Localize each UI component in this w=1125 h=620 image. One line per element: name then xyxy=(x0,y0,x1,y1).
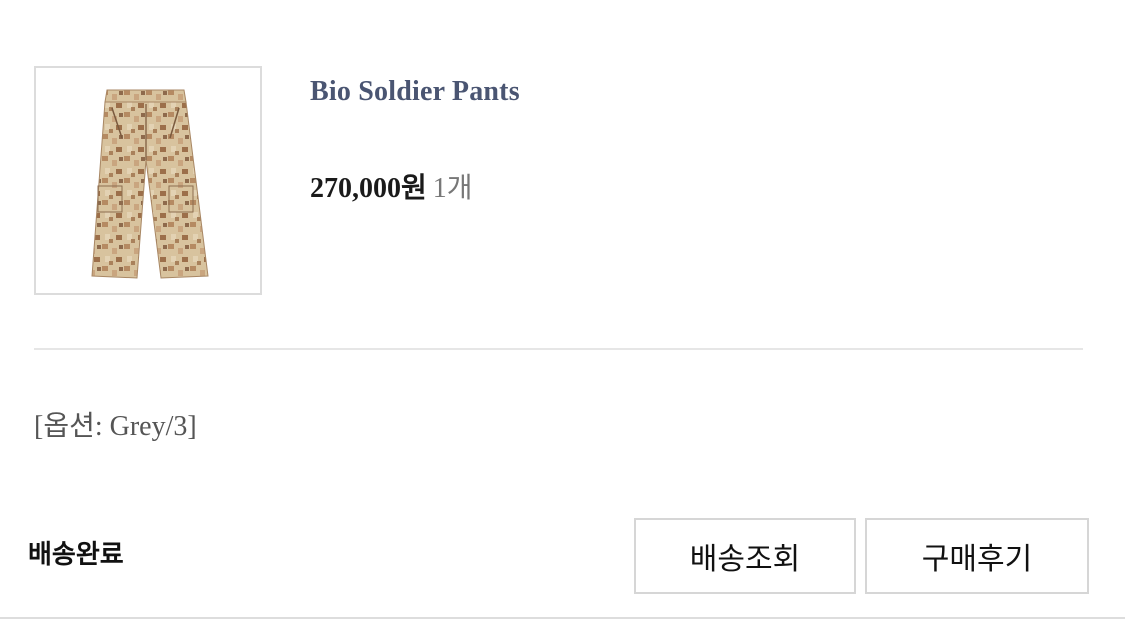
write-review-button[interactable]: 구매후기 xyxy=(865,518,1089,594)
product-name[interactable]: Bio Soldier Pants xyxy=(310,76,520,108)
camo-pants-image xyxy=(91,89,209,279)
product-thumbnail[interactable] xyxy=(34,66,262,295)
product-quantity: 1개 xyxy=(432,173,473,204)
product-option: [옵션: Grey/3] xyxy=(34,411,197,442)
bottom-divider xyxy=(0,617,1125,619)
track-delivery-button[interactable]: 배송조회 xyxy=(634,518,856,594)
product-price: 270,000원 xyxy=(310,173,427,204)
order-status: 배송완료 xyxy=(28,540,124,570)
price-line: 270,000원 1개 xyxy=(310,166,473,206)
section-divider xyxy=(34,348,1083,350)
